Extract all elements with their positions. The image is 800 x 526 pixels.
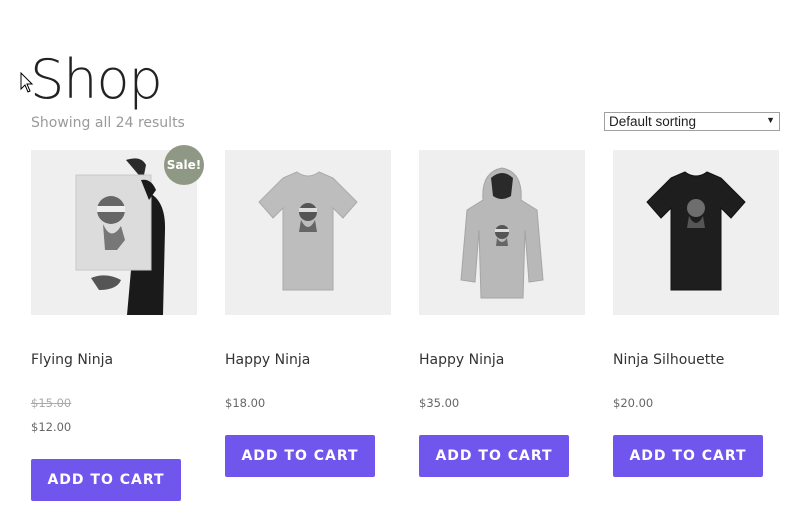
product-card: Happy Ninja $18.00 ADD TO CART: [225, 150, 391, 477]
product-card: Sale! Flying Ninja $15.00 $12.00 ADD TO …: [31, 145, 204, 501]
sorting-select[interactable]: Default sorting ▼: [604, 112, 780, 131]
product-image-tshirt[interactable]: [225, 150, 391, 315]
product-price: $18.00: [225, 396, 266, 410]
add-to-cart-button[interactable]: ADD TO CART: [613, 435, 763, 477]
product-name[interactable]: Ninja Silhouette: [613, 352, 724, 368]
add-to-cart-button[interactable]: ADD TO CART: [31, 459, 181, 501]
product-price: $35.00: [419, 396, 460, 410]
product-name[interactable]: Happy Ninja: [419, 352, 504, 368]
result-count: Showing all 24 results: [31, 115, 185, 131]
product-image-hoodie[interactable]: [419, 150, 585, 315]
product-price-original: $15.00: [31, 396, 72, 410]
sorting-value: Default sorting: [609, 114, 697, 129]
product-card: Ninja Silhouette $20.00 ADD TO CART: [613, 150, 779, 477]
add-to-cart-button[interactable]: ADD TO CART: [419, 435, 569, 477]
product-card: Happy Ninja $35.00 ADD TO CART: [419, 150, 585, 477]
page-title: Shop: [30, 48, 163, 111]
product-price: $20.00: [613, 396, 654, 410]
add-to-cart-button[interactable]: ADD TO CART: [225, 435, 375, 477]
product-image-tshirt-black[interactable]: [613, 150, 779, 315]
product-name[interactable]: Happy Ninja: [225, 352, 310, 368]
product-name[interactable]: Flying Ninja: [31, 352, 113, 368]
sale-badge: Sale!: [164, 145, 204, 185]
dropdown-arrow-icon: ▼: [766, 115, 775, 125]
product-price: $12.00: [31, 420, 72, 434]
